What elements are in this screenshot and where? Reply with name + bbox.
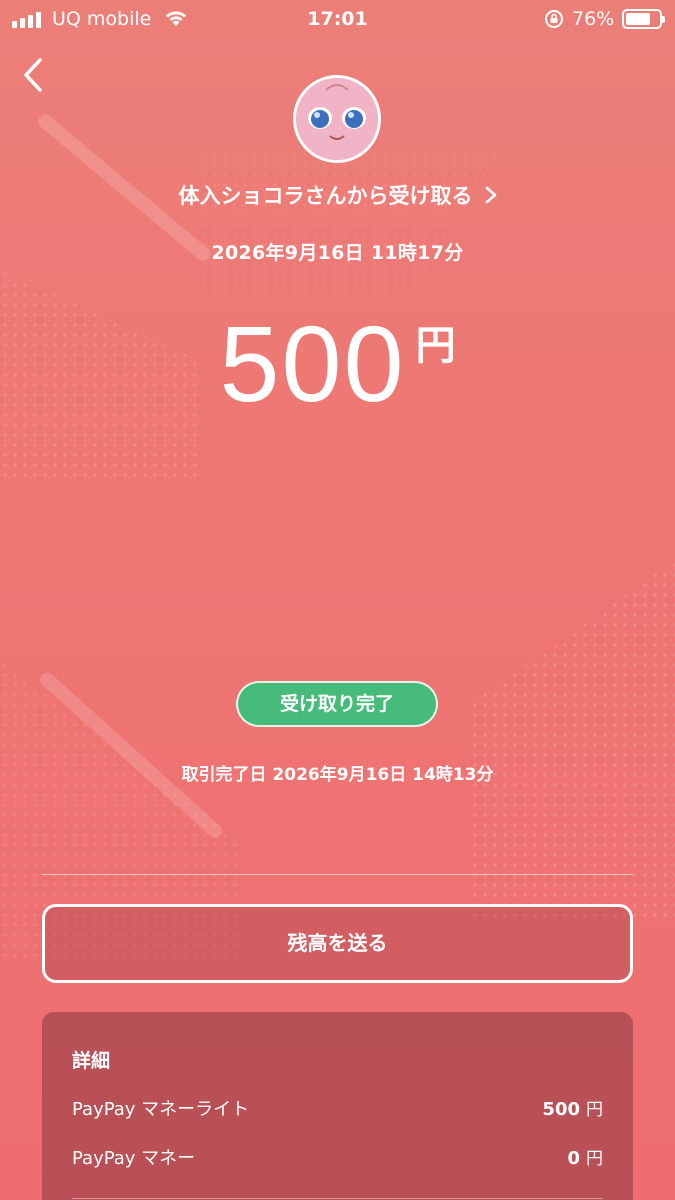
rotation-lock-icon	[544, 9, 564, 33]
back-button[interactable]	[16, 55, 52, 95]
status-badge: 受け取り完了	[236, 681, 438, 727]
details-title: 詳細	[72, 1050, 111, 1072]
send-balance-button[interactable]: 残高を送る	[42, 904, 633, 983]
details-row-value: 500 円	[542, 1099, 603, 1120]
details-row-label: PayPay マネー	[72, 1148, 196, 1169]
divider	[42, 874, 633, 875]
battery-fill	[626, 13, 651, 25]
details-panel: 詳細 PayPay マネーライト 500 円 PayPay マネー 0円	[42, 1012, 633, 1200]
details-row: PayPay マネー 0円	[72, 1144, 603, 1193]
details-row: PayPay マネーライト 500 円	[72, 1095, 603, 1144]
avatar[interactable]	[293, 75, 381, 163]
completed-date: 取引完了日 2026年9月16日 14時13分	[181, 765, 494, 785]
amount-unit: 円	[415, 323, 456, 369]
amount-display: 500 円	[0, 310, 675, 418]
sender-link[interactable]: 体入ショコラさんから受け取る	[0, 180, 675, 210]
background-pattern	[200, 150, 500, 300]
details-row-value: 0円	[567, 1148, 603, 1169]
battery-icon	[622, 9, 665, 29]
background-pattern	[470, 560, 675, 920]
divider	[72, 1198, 603, 1199]
sender-label: 体入ショコラさんから受け取る	[178, 184, 473, 208]
avatar-face-icon	[296, 78, 378, 160]
transaction-date: 2026年9月16日 11時17分	[211, 242, 464, 264]
details-row-label: PayPay マネーライト	[72, 1099, 250, 1120]
battery-percent: 76%	[572, 8, 615, 30]
back-arrow-icon	[24, 58, 42, 92]
chevron-right-icon	[485, 184, 497, 208]
status-bar: UQ mobile 17:01 76%	[0, 0, 675, 38]
amount-value: 500	[219, 303, 406, 424]
background-streak	[37, 669, 226, 841]
